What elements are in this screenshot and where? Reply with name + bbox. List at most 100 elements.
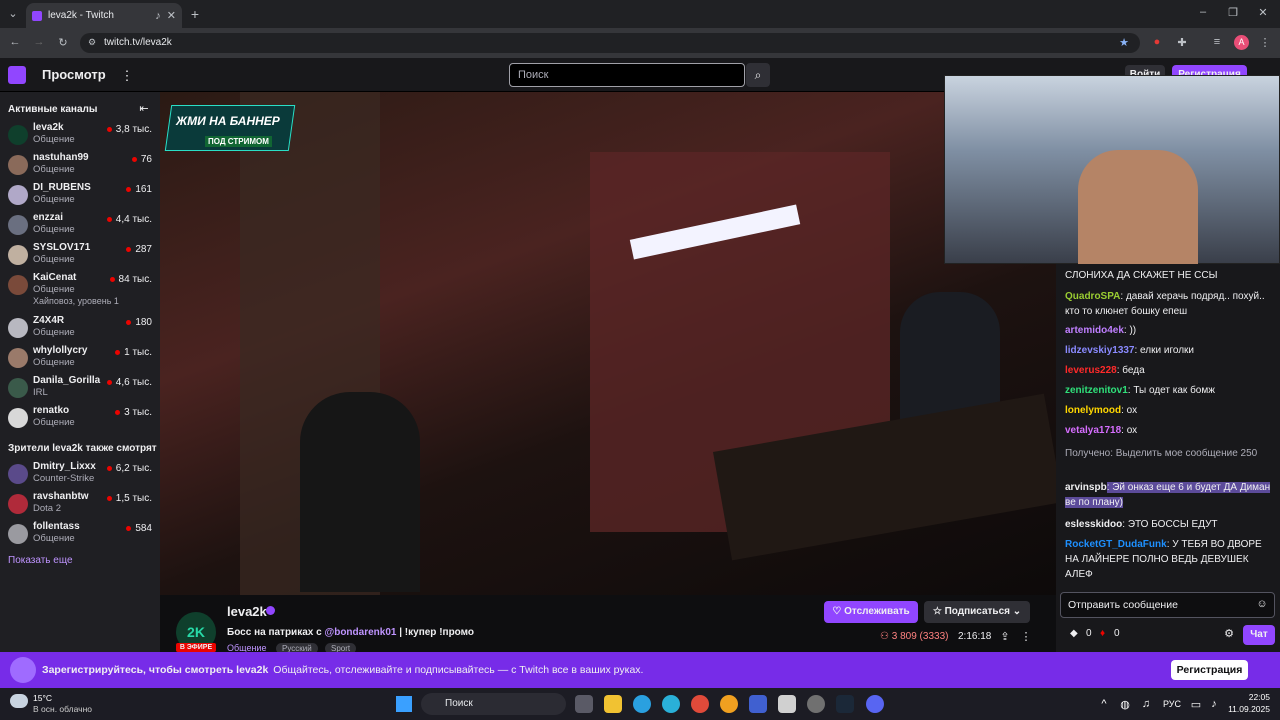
chat-message: leverus228: беда xyxy=(1065,363,1271,378)
app-icon-yellow[interactable] xyxy=(720,695,738,713)
minimize-icon[interactable]: – xyxy=(1196,6,1210,18)
discord-icon[interactable] xyxy=(866,695,884,713)
steam-icon[interactable] xyxy=(836,695,854,713)
tray-chevron-icon[interactable]: ^ xyxy=(1098,698,1110,710)
chat-username[interactable]: artemido4ek xyxy=(1065,325,1124,336)
follow-button[interactable]: ♡ Отслеживать xyxy=(824,601,918,623)
taskbar-search[interactable]: Поиск xyxy=(421,693,566,715)
collapse-sidebar-icon[interactable]: ⇤ xyxy=(137,102,151,115)
file-explorer-icon[interactable] xyxy=(604,695,622,713)
site-info-icon[interactable]: ⚙ xyxy=(86,37,98,48)
channel-points-icon[interactable]: ◆ xyxy=(1070,628,1078,639)
browser-tab[interactable]: leva2k - Twitch ♪ ✕ xyxy=(26,3,182,28)
show-more-link[interactable]: Показать еще xyxy=(8,555,73,566)
forward-icon[interactable]: → xyxy=(32,36,46,48)
chat-username[interactable]: vetalya1718 xyxy=(1065,425,1121,436)
chat-message: artemido4ek: )) xyxy=(1065,323,1271,338)
sidebar-channel-6[interactable]: Z4X4R Общение 180 xyxy=(0,313,160,343)
more-options-icon[interactable]: ⋮ xyxy=(1020,630,1032,643)
sidebar-channel-7[interactable]: whylollycry Общение 1 тыс. xyxy=(0,343,160,373)
speaker-icon[interactable]: ♪ xyxy=(155,10,161,22)
tab-list-icon[interactable]: ⌄ xyxy=(6,7,20,20)
channel-category: Общение xyxy=(33,327,75,338)
twitch-logo-icon[interactable] xyxy=(8,66,26,84)
search-button[interactable]: ⌕ xyxy=(746,63,770,87)
sidebar-channel-0[interactable]: leva2k Общение 3,8 тыс. xyxy=(0,120,160,150)
clock-date[interactable]: 11.09.2025 xyxy=(1220,704,1270,714)
more-menu-icon[interactable]: ⋮ xyxy=(120,68,134,84)
volume-icon[interactable]: ♪ xyxy=(1208,698,1220,710)
chat-username[interactable]: QuadroSPA xyxy=(1065,291,1120,302)
sidebar-channel-5[interactable]: KaiCenat Общение 84 тыс. Хайповоз, уровень … xyxy=(0,270,160,306)
also-channel-1[interactable]: ravshanbtw Dota 2 1,5 тыс. xyxy=(0,489,160,519)
search-input[interactable]: Поиск xyxy=(509,63,745,87)
microphone-icon[interactable]: ♫ xyxy=(1140,698,1152,710)
reload-icon[interactable]: ↻ xyxy=(56,36,70,49)
language-indicator[interactable]: РУС xyxy=(1163,699,1181,709)
clock-time[interactable]: 22:05 xyxy=(1232,692,1270,702)
url-field[interactable]: twitch.tv/leva2k xyxy=(80,33,1140,53)
bookmark-star-icon[interactable]: ★ xyxy=(1117,36,1131,49)
sidebar-channel-2[interactable]: DI_RUBENS Общение 161 xyxy=(0,180,160,210)
close-window-icon[interactable]: ✕ xyxy=(1256,6,1270,19)
live-badge: В ЭФИРЕ xyxy=(176,643,216,652)
channel-avatar xyxy=(8,185,28,205)
stream-title-mention[interactable]: @bondarenk01 xyxy=(324,627,396,638)
emote-picker-icon[interactable]: ☺ xyxy=(1256,598,1268,610)
task-view-icon[interactable] xyxy=(575,695,593,713)
new-tab-icon[interactable]: + xyxy=(188,6,202,22)
chat-username[interactable]: lonelymood xyxy=(1065,405,1121,416)
also-channel-2[interactable]: follentass Общение 584 xyxy=(0,519,160,549)
video-player[interactable] xyxy=(160,92,1056,595)
subscribe-button[interactable]: ☆ Подписаться ⌄ xyxy=(924,601,1030,623)
channel-name[interactable]: leva2k xyxy=(227,604,267,619)
live-dot-icon xyxy=(131,156,137,162)
browser-menu-icon[interactable]: ⋮ xyxy=(1258,36,1272,49)
chat-username[interactable]: arvinspb xyxy=(1065,482,1107,493)
chat-username[interactable]: leverus228 xyxy=(1065,365,1117,376)
media-queue-icon[interactable]: ≡ xyxy=(1210,36,1224,48)
stats-app-icon[interactable] xyxy=(749,695,767,713)
also-channel-0[interactable]: Dmitry_Lixxx Counter-Strike 6,2 тыс. xyxy=(0,459,160,489)
obs-icon[interactable] xyxy=(807,695,825,713)
chat-send-button[interactable]: Чат xyxy=(1243,625,1275,645)
chat-settings-gear-icon[interactable]: ⚙ xyxy=(1222,627,1236,640)
weather-cloud-icon[interactable] xyxy=(10,694,28,708)
maximize-icon[interactable]: ❐ xyxy=(1226,6,1240,19)
sidebar-channel-8[interactable]: Danila_Gorilla IRL 4,6 тыс. xyxy=(0,373,160,403)
close-tab-icon[interactable]: ✕ xyxy=(167,9,176,22)
tray-app-icon[interactable]: ◍ xyxy=(1118,698,1132,711)
viewer-count: 180 xyxy=(126,317,152,328)
extensions-puzzle-icon[interactable]: ✚ xyxy=(1175,36,1189,49)
heart-icon: ♡ xyxy=(832,606,845,617)
back-icon[interactable]: ← xyxy=(8,36,22,48)
windows-start-icon[interactable] xyxy=(396,696,412,712)
extension-icon[interactable]: ● xyxy=(1150,36,1164,48)
bits-icon[interactable]: ♦ xyxy=(1100,628,1105,639)
live-dot-icon xyxy=(115,349,121,355)
viewer-count: 6,2 тыс. xyxy=(106,463,152,474)
telegram-icon[interactable] xyxy=(662,695,680,713)
app-icon-white[interactable] xyxy=(778,695,796,713)
profile-avatar[interactable]: A xyxy=(1234,35,1249,50)
channel-category: Общение xyxy=(33,194,75,205)
sidebar-channel-4[interactable]: SYSLOV171 Общение 287 xyxy=(0,240,160,270)
sidebar-channel-1[interactable]: nastuhan99 Общение 76 xyxy=(0,150,160,180)
share-icon[interactable]: ⇪ xyxy=(998,630,1012,643)
viewer-count-text: 84 тыс. xyxy=(118,274,152,285)
browse-link[interactable]: Просмотр xyxy=(42,67,106,82)
channel-category: Общение xyxy=(33,224,75,235)
chat-username[interactable]: zenitzenitov1 xyxy=(1065,385,1128,396)
chrome-icon[interactable] xyxy=(691,695,709,713)
network-icon[interactable]: ▭ xyxy=(1190,698,1202,711)
chat-username[interactable]: RocketGT_DudaFunk xyxy=(1065,539,1167,550)
chat-message: СЛОНИХА ДА СКАЖЕТ НЕ ССЫ xyxy=(1065,268,1271,283)
uptime: 2:16:18 xyxy=(958,631,992,642)
chat-username[interactable]: eslesskidoo xyxy=(1065,519,1122,530)
sidebar-channel-9[interactable]: renatko Общение 3 тыс. xyxy=(0,403,160,433)
chat-username[interactable]: lidzevskiy1337 xyxy=(1065,345,1135,356)
chat-input[interactable]: Отправить сообщение xyxy=(1060,592,1275,618)
sidebar-channel-3[interactable]: enzzai Общение 4,4 тыс. xyxy=(0,210,160,240)
promo-register-button[interactable]: Регистрация xyxy=(1171,660,1248,680)
edge-icon[interactable] xyxy=(633,695,651,713)
